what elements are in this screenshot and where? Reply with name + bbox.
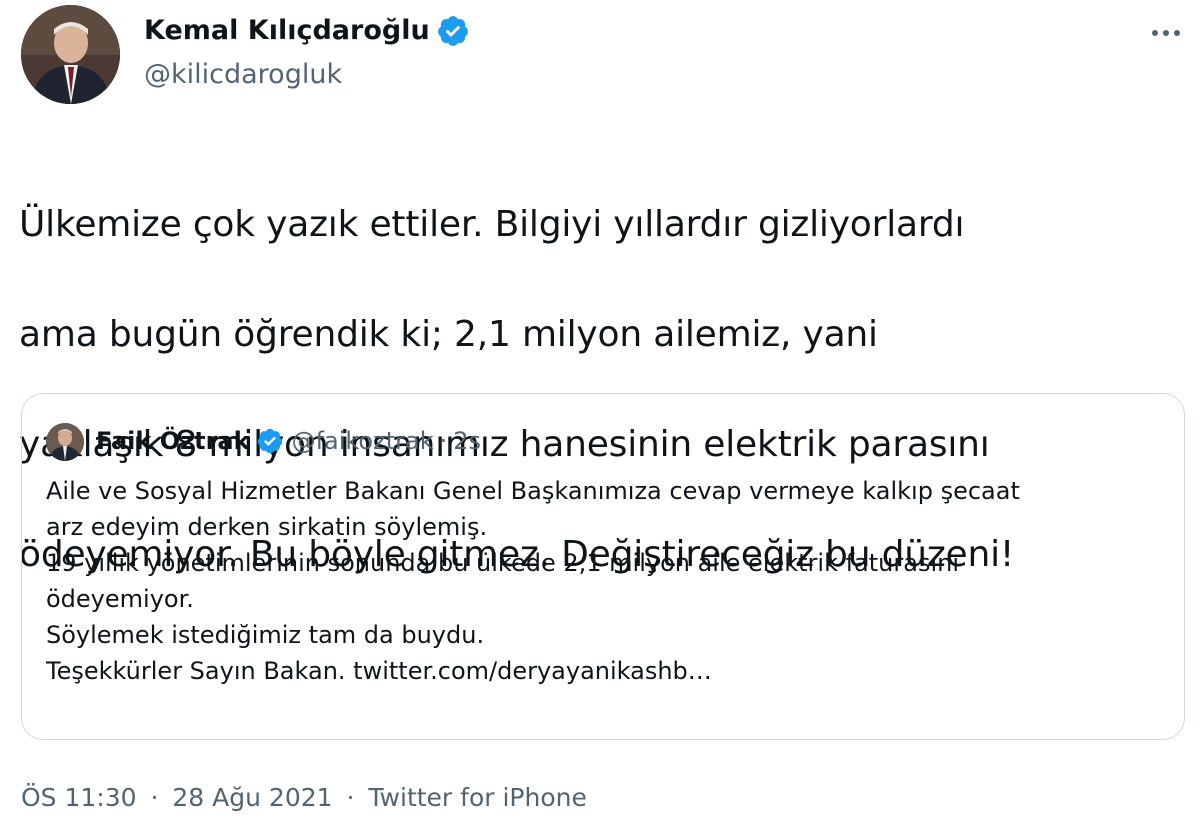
separator-dot: · (439, 427, 448, 455)
more-horizontal-icon (1152, 30, 1180, 36)
quoted-tweet-time[interactable]: 2s (453, 422, 481, 460)
quoted-tweet-card[interactable]: Faik Öztrak @faikoztrak · 2s Aile ve Sos… (21, 393, 1185, 740)
more-options-button[interactable] (1146, 18, 1186, 48)
quoted-text-line: Aile ve Sosyal Hizmetler Bakanı Genel Ba… (46, 477, 1020, 505)
quoted-author-handle[interactable]: @faikoztrak (292, 422, 434, 460)
quoted-tweet-text: Aile ve Sosyal Hizmetler Bakanı Genel Ba… (46, 473, 1166, 689)
portrait-photo (21, 5, 120, 104)
tweet-text-line: Ülkemize çok yazık ettiler. Bilgiyi yıll… (19, 204, 965, 245)
quoted-text-line: arz edeyim derken sirkatin söylemiş. (46, 513, 488, 541)
author-avatar[interactable] (21, 5, 120, 104)
separator-dot: · (346, 783, 355, 812)
tweet-text-line: ama bugün öğrendik ki; 2,1 milyon ailemi… (19, 314, 878, 355)
author-name-row[interactable]: Kemal Kılıçdaroğlu (144, 12, 470, 50)
quoted-tweet-header: Faik Öztrak @faikoztrak · 2s (96, 422, 481, 460)
author-name[interactable]: Kemal Kılıçdaroğlu (144, 12, 430, 50)
portrait-photo (46, 423, 84, 461)
quoted-text-line: ödeyemiyor. (46, 585, 194, 613)
author-handle[interactable]: @kilicdarogluk (144, 56, 342, 94)
quoted-text-line: Teşekkürler Sayın Bakan. twitter.com/der… (46, 657, 712, 685)
verified-badge-icon (256, 427, 284, 455)
quoted-author-name[interactable]: Faik Öztrak (96, 422, 250, 460)
verified-badge-icon (436, 14, 470, 48)
tweet-source[interactable]: Twitter for iPhone (368, 783, 586, 812)
tweet-date[interactable]: 28 Ağu 2021 (172, 783, 332, 812)
tweet-metadata: ÖS 11:30 · 28 Ağu 2021 · Twitter for iPh… (21, 780, 587, 816)
quoted-author-avatar[interactable] (46, 423, 84, 461)
separator-dot: · (150, 783, 159, 812)
tweet-time[interactable]: ÖS 11:30 (21, 783, 137, 812)
quoted-text-line: Söylemek istediğimiz tam da buydu. (46, 621, 485, 649)
quoted-text-line: 19 yıllık yönetimlerinin sonunda bu ülke… (46, 549, 960, 577)
